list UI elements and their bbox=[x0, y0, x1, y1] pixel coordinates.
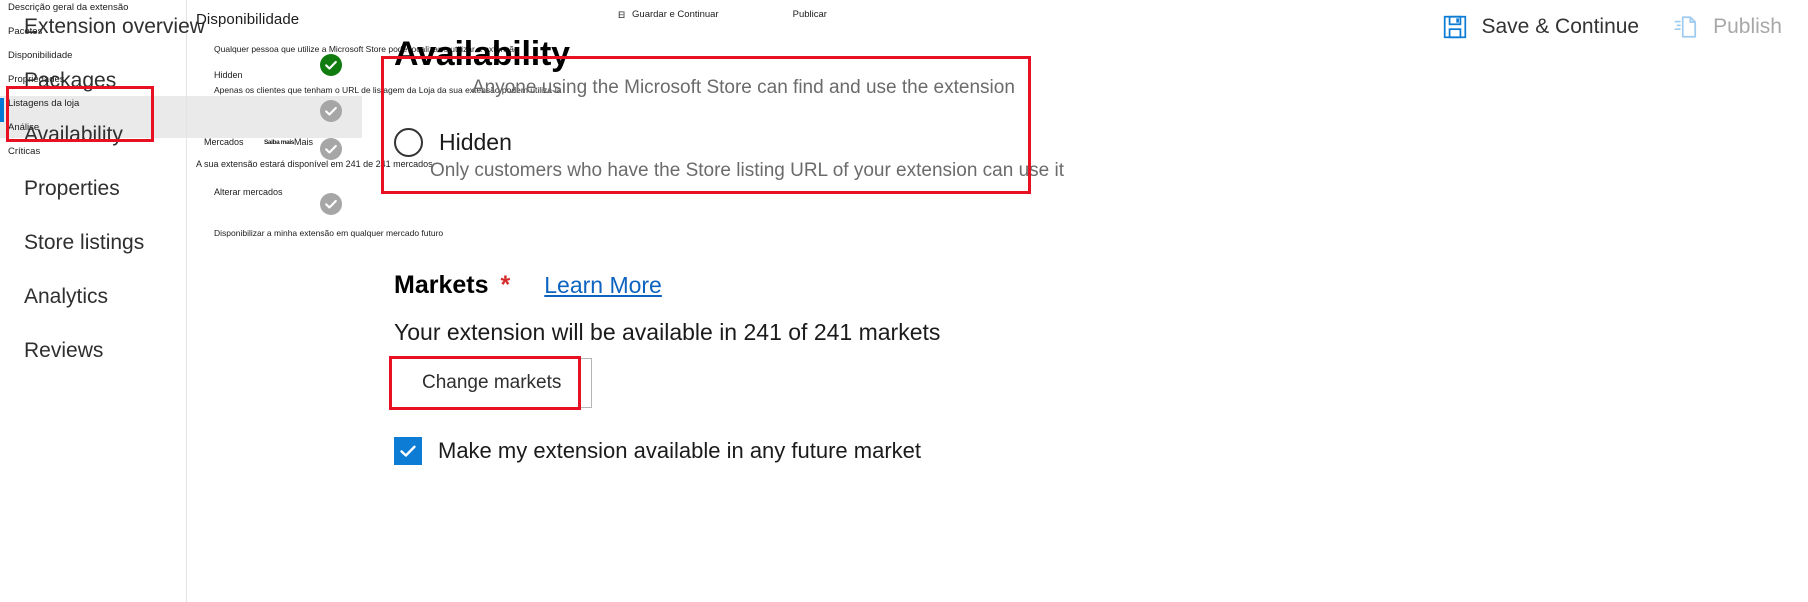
sidebar-item-label: Store listings bbox=[24, 231, 145, 254]
markets-required-asterisk: * bbox=[500, 271, 511, 299]
markets-availability-info: Your extension will be available in 241 … bbox=[394, 319, 941, 345]
save-icon bbox=[1442, 14, 1468, 40]
sidebar-item-packages[interactable]: Packages bbox=[24, 54, 354, 108]
sidebar-item-label: Analytics bbox=[24, 285, 109, 308]
save-continue-label: Save & Continue bbox=[1481, 15, 1640, 38]
markets-heading-row: Markets * Learn More bbox=[394, 271, 662, 300]
sidebar-item-label: Availability bbox=[24, 123, 123, 146]
sidebar-item-reviews[interactable]: Reviews bbox=[24, 324, 354, 378]
sidebar-item-store-listings[interactable]: Store listings bbox=[24, 216, 354, 270]
publish-button[interactable]: Publish bbox=[1673, 14, 1782, 40]
screenshot-root: Descrição geral da extensão Pacotes Disp… bbox=[0, 0, 1808, 602]
sidebar-nav: Extension overview Packages Availability… bbox=[24, 0, 354, 378]
english-ui-layer: Extension overview Packages Availability… bbox=[0, 0, 1808, 602]
markets-title: Markets bbox=[394, 271, 489, 299]
future-market-checkbox-label: Make my extension available in any futur… bbox=[438, 438, 922, 463]
save-continue-button[interactable]: Save & Continue bbox=[1442, 14, 1640, 40]
publish-label: Publish bbox=[1713, 15, 1782, 38]
future-market-checkbox[interactable] bbox=[394, 437, 422, 465]
hidden-radio-label: Hidden bbox=[439, 129, 512, 155]
sidebar-item-label: Packages bbox=[24, 69, 117, 92]
publish-page-icon bbox=[1673, 14, 1699, 40]
hidden-visibility-description: Only customers who have the Store listin… bbox=[430, 160, 1064, 181]
page-title: Availability bbox=[394, 34, 570, 73]
sidebar-item-availability[interactable]: Availability bbox=[24, 108, 354, 162]
sidebar-item-label: Extension overview bbox=[24, 15, 205, 38]
sidebar-item-properties[interactable]: Properties bbox=[24, 162, 354, 216]
future-market-checkbox-row[interactable]: Make my extension available in any futur… bbox=[394, 437, 921, 465]
sidebar-item-label: Reviews bbox=[24, 339, 104, 362]
toolbar: Save & Continue Publish bbox=[1442, 14, 1782, 40]
markets-learn-more-link[interactable]: Learn More bbox=[544, 272, 662, 299]
sidebar-item-label: Properties bbox=[24, 177, 120, 200]
hidden-visibility-radio-row[interactable]: Hidden bbox=[394, 128, 512, 157]
sidebar-item-extension-overview[interactable]: Extension overview bbox=[24, 0, 354, 54]
hidden-radio-button[interactable] bbox=[394, 128, 423, 157]
public-visibility-description: Anyone using the Microsoft Store can fin… bbox=[472, 77, 1015, 98]
change-markets-button-wrap: Change markets bbox=[391, 358, 593, 408]
change-markets-button[interactable]: Change markets bbox=[391, 358, 593, 408]
sidebar-item-analytics[interactable]: Analytics bbox=[24, 270, 354, 324]
